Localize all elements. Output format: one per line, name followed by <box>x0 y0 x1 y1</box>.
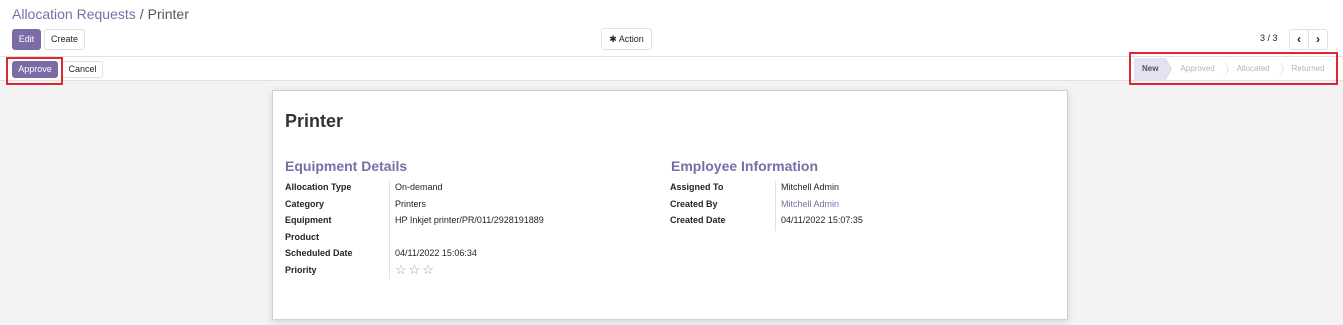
field-label: Priority <box>285 264 317 275</box>
pager-next-button[interactable]: › <box>1308 29 1328 50</box>
form-sheet: Printer Equipment Details Employee Infor… <box>272 90 1068 320</box>
field-label: Category <box>285 198 325 209</box>
field-label: Created By <box>670 198 718 209</box>
equipment-details-heading: Equipment Details <box>285 158 408 174</box>
field-label: Created Date <box>670 215 726 226</box>
field-label: Product <box>285 231 320 242</box>
employee-information-heading: Employee Information <box>671 158 819 174</box>
action-button[interactable]: ✱ Action <box>601 28 652 50</box>
allocation-type-value[interactable]: On-demand <box>395 182 443 192</box>
action-button-label: Action <box>618 34 644 44</box>
scheduled-date-value[interactable]: 04/11/2022 15:06:34 <box>395 248 477 258</box>
stage-allocated[interactable]: Allocated <box>1223 58 1284 80</box>
field-label: Scheduled Date <box>285 248 353 259</box>
created-date-value[interactable]: 04/11/2022 15:07:35 <box>781 215 863 225</box>
create-button[interactable]: Create <box>44 29 85 50</box>
stage-allocated-label: Allocated <box>1236 64 1270 73</box>
gear-icon: ✱ <box>609 34 617 44</box>
field-label: Allocation Type <box>285 182 352 192</box>
stage-returned-label: Returned <box>1291 64 1325 73</box>
pager-value[interactable]: 3 / 3 <box>1260 33 1278 43</box>
breadcrumb-allocation-requests-link[interactable]: Allocation Requests <box>12 6 136 22</box>
breadcrumb: Allocation Requests / Printer <box>12 6 189 22</box>
field-label: Equipment <box>285 215 332 226</box>
breadcrumb-separator: / <box>139 6 144 22</box>
category-value[interactable]: Printers <box>395 199 426 209</box>
chevron-left-icon: ‹ <box>1297 32 1301 46</box>
breadcrumb-current: Printer <box>147 6 189 22</box>
pager-previous-button[interactable]: ‹ <box>1289 29 1309 50</box>
stage-approved-label: Approved <box>1180 64 1215 73</box>
stage-new[interactable]: New <box>1134 58 1173 80</box>
record-title[interactable]: Printer <box>285 111 343 132</box>
stage-returned[interactable]: Returned <box>1278 58 1333 80</box>
approve-button[interactable]: Approve <box>12 61 58 78</box>
field-divider <box>775 181 776 231</box>
edit-button[interactable]: Edit <box>12 29 41 50</box>
control-panel: Allocation Requests / Printer <box>0 0 1343 57</box>
equipment-value[interactable]: HP Inkjet printer/PR/011/2928191889 <box>395 215 544 225</box>
stage-pipeline: New Approved Allocated Returned <box>1134 58 1333 80</box>
chevron-right-icon: › <box>1316 32 1320 46</box>
field-label: Assigned To <box>670 182 724 192</box>
cancel-button[interactable]: Cancel <box>62 61 103 78</box>
stage-approved[interactable]: Approved <box>1166 58 1229 80</box>
created-by-link[interactable]: Mitchell Admin <box>781 199 839 209</box>
field-divider <box>389 181 390 279</box>
priority-stars[interactable]: ☆☆☆ <box>395 262 436 278</box>
stage-new-label: New <box>1142 64 1159 73</box>
assigned-to-value[interactable]: Mitchell Admin <box>781 182 839 192</box>
